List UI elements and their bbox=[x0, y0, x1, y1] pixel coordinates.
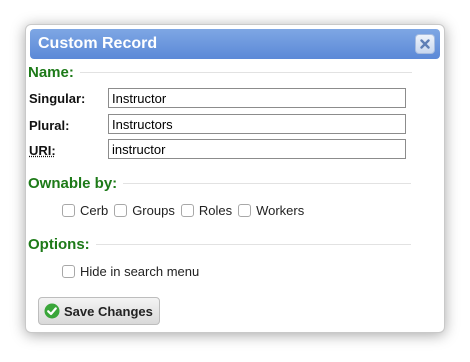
checkbox-label: Groups bbox=[132, 203, 175, 218]
plural-label: Plural: bbox=[29, 118, 70, 133]
section-divider bbox=[123, 183, 412, 184]
section-ownable-heading: Ownable by: bbox=[28, 175, 118, 192]
close-icon bbox=[420, 39, 430, 49]
ownable-option-roles[interactable]: Roles bbox=[180, 203, 233, 218]
checkbox-groups[interactable] bbox=[114, 204, 128, 217]
checkbox-hide-in-search-menu[interactable] bbox=[62, 265, 75, 278]
ownable-option-groups[interactable]: Groups bbox=[114, 203, 175, 218]
section-divider bbox=[79, 72, 412, 73]
singular-input[interactable] bbox=[108, 88, 406, 108]
dialog-title: Custom Record bbox=[38, 35, 158, 52]
section-name-heading: Name: bbox=[28, 64, 74, 81]
section-ownable: Ownable by: bbox=[28, 175, 412, 192]
checkbox-label: Hide in search menu bbox=[80, 264, 200, 279]
checkbox-label: Roles bbox=[198, 203, 233, 218]
ownable-option-cerb[interactable]: Cerb bbox=[62, 203, 108, 218]
option-hide-in-search-menu[interactable]: Hide in search menu bbox=[62, 264, 199, 279]
dialog-titlebar[interactable]: Custom Record bbox=[30, 29, 440, 59]
checkmark-circle-icon bbox=[44, 303, 60, 319]
section-name: Name: bbox=[28, 64, 412, 81]
save-changes-button[interactable]: Save Changes bbox=[38, 297, 160, 325]
save-changes-label: Save Changes bbox=[64, 303, 153, 319]
checkbox-label: Cerb bbox=[80, 203, 109, 218]
uri-label: URI: bbox=[29, 143, 56, 158]
close-button[interactable] bbox=[415, 34, 435, 54]
options-checkbox-group: Hide in search menu bbox=[62, 264, 205, 279]
uri-input[interactable] bbox=[108, 139, 406, 159]
section-options: Options: bbox=[28, 236, 411, 253]
checkbox-label: Workers bbox=[256, 203, 305, 218]
ownable-checkbox-group: Cerb Groups Roles Workers bbox=[62, 203, 310, 218]
checkbox-workers[interactable] bbox=[238, 204, 252, 217]
ownable-option-workers[interactable]: Workers bbox=[238, 203, 304, 218]
checkbox-cerb[interactable] bbox=[62, 204, 75, 217]
section-divider bbox=[95, 244, 411, 245]
singular-label: Singular: bbox=[29, 91, 86, 106]
checkbox-roles[interactable] bbox=[180, 204, 194, 217]
plural-input[interactable] bbox=[108, 114, 406, 134]
section-options-heading: Options: bbox=[28, 236, 90, 253]
